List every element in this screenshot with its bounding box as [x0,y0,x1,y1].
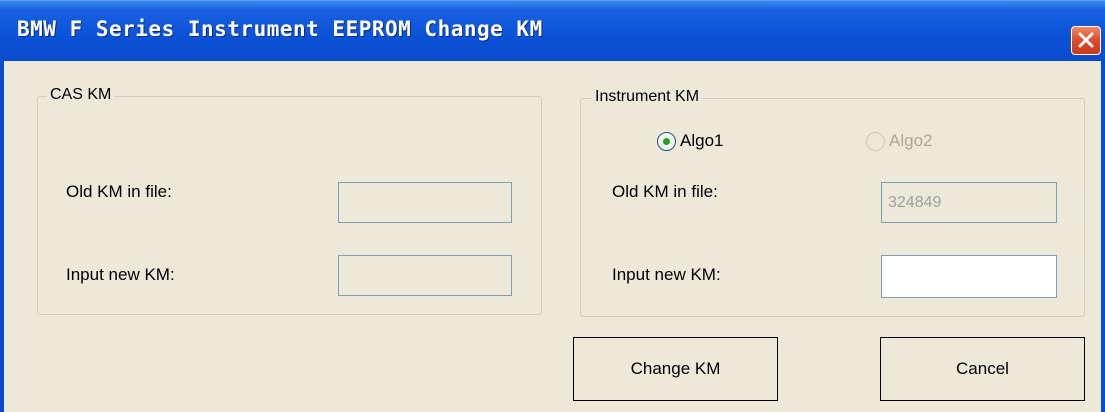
algo1-label: Algo1 [680,131,724,150]
cas-km-legend: CAS KM [47,86,115,104]
instrument-old-km-label: Old KM in file: [612,182,718,201]
cas-old-km-label: Old KM in file: [66,182,172,201]
instrument-new-km-label: Input new KM: [612,265,721,284]
instrument-new-km-input[interactable] [881,255,1057,298]
algo2-label: Algo2 [889,131,933,150]
close-button[interactable] [1071,26,1101,55]
cancel-button[interactable]: Cancel [880,337,1085,401]
title-bar[interactable]: BMW F Series Instrument EEPROM Change KM [0,0,1105,61]
close-icon [1078,32,1094,48]
instrument-km-legend: Instrument KM [592,88,703,106]
radio-selected-icon [657,131,676,151]
window-frame-left [0,61,4,412]
radio-disabled-icon [866,131,885,151]
cas-old-km-field [338,182,512,223]
cas-new-km-label: Input new KM: [66,265,175,284]
change-km-button[interactable]: Change KM [573,337,778,401]
window-frame-right [1101,61,1105,412]
algo2-radio: Algo2 [866,131,932,151]
algo1-radio[interactable]: Algo1 [657,131,723,151]
window-title: BMW F Series Instrument EEPROM Change KM [17,17,543,41]
instrument-old-km-field [881,182,1057,223]
cas-new-km-field [338,255,512,296]
dialog-window: BMW F Series Instrument EEPROM Change KM… [0,0,1105,412]
